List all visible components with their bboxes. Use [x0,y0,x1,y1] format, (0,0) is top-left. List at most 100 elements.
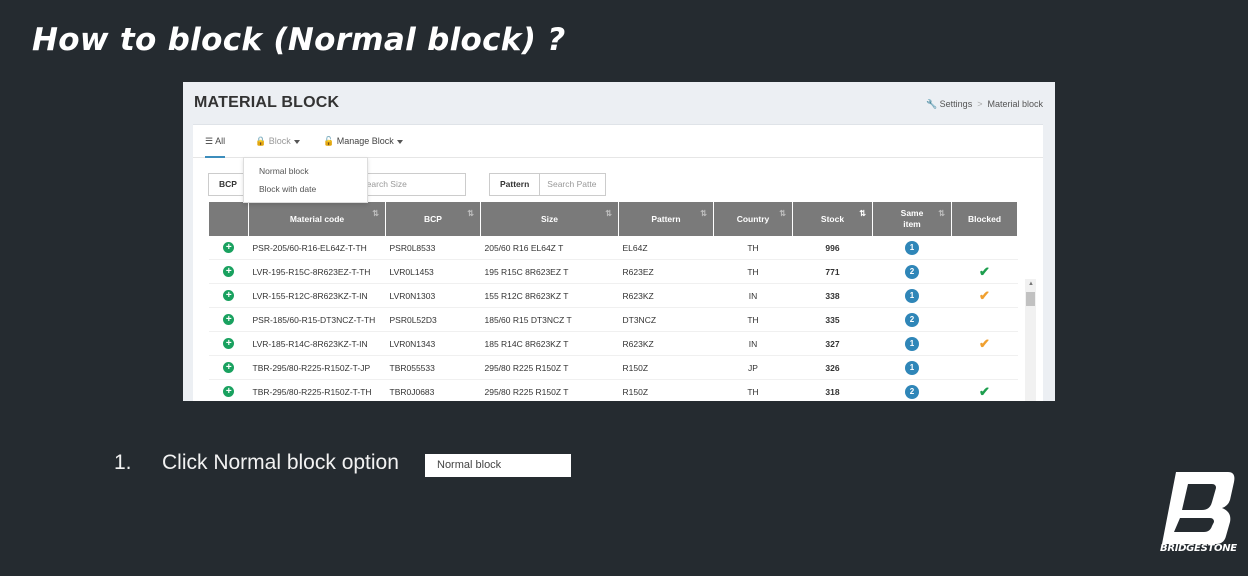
sort-icon: ⇅ [372,209,379,218]
cell-size: 185/60 R15 DT3NCZ T [480,307,619,332]
col-action [209,202,249,236]
cell-same-item[interactable]: 2 [872,307,952,332]
expand-cell[interactable]: + [209,236,249,260]
cell-material-code: TBR-295/80-R225-R150Z-T-JP [248,355,386,380]
expand-cell[interactable]: + [209,379,249,401]
cell-bcp: LVR0N1343 [385,331,481,356]
sort-desc-icon: ⇅ [859,209,866,218]
col-country[interactable]: Country ⇅ [713,202,793,236]
table-scrollbar[interactable]: ▲ [1025,279,1036,401]
app-screenshot: MATERIAL BLOCK 🔧 Settings > Material block… [183,82,1055,401]
scroll-thumb[interactable] [1026,292,1035,306]
tab-bar: ☰ All 🔒 Block 🔓 Manage Block [193,125,1043,158]
sort-icon: ⇅ [467,209,474,218]
cell-same-item[interactable]: 1 [872,331,952,356]
wrench-icon: 🔧 [925,99,938,109]
page-title: MATERIAL BLOCK [194,94,340,111]
table-row[interactable]: + TBR-295/80-R225-R150Z-T-TH TBR0J0683 295/… [209,379,1018,401]
same-item-badge[interactable]: 1 [905,240,919,255]
step-text: Click Normal block option [162,451,399,474]
check-icon: ✔ [979,263,990,279]
expand-cell[interactable]: + [209,331,249,356]
cell-stock: 996 [792,236,873,260]
same-item-badge[interactable]: 1 [905,336,919,351]
cell-blocked: ✔ [951,331,1018,356]
cell-material-code: TBR-295/80-R225-R150Z-T-TH [248,379,386,401]
cell-same-item[interactable]: 2 [872,259,952,284]
chevron-down-icon [396,139,403,144]
logo-wordmark: BRIDGESTONE [1160,543,1237,554]
filter-pattern: Pattern Search Patte [489,173,606,196]
cell-material-code: PSR-185/60-R15-DT3NCZ-T-TH [248,307,386,332]
sort-icon: ⇅ [700,209,707,218]
cell-bcp: PSR0L8533 [385,236,481,260]
cell-blocked [951,236,1018,260]
col-blocked: Blocked [951,202,1018,236]
cell-size: 155 R12C 8R623KZ T [480,283,619,308]
table-row[interactable]: + LVR-185-R14C-8R623KZ-T-IN LVR0N1343 185 R… [209,331,1018,356]
chevron-down-icon [293,139,300,144]
table-row[interactable]: + TBR-295/80-R225-R150Z-T-JP TBR055533 295/… [209,355,1018,380]
cell-stock: 318 [792,379,873,401]
plus-circle-icon[interactable]: + [223,362,235,373]
sort-icon: ⇅ [779,209,786,218]
cell-same-item[interactable]: 1 [872,355,952,380]
breadcrumb-current: Material block [987,99,1043,109]
cell-stock: 338 [792,283,873,308]
expand-cell[interactable]: + [209,283,249,308]
plus-circle-icon[interactable]: + [223,386,235,397]
slide-title: How to block (Normal block) ? [32,22,566,58]
expand-cell[interactable]: + [209,355,249,380]
breadcrumb-separator: > [977,99,983,109]
cell-bcp: LVR0N1303 [385,283,481,308]
tab-block[interactable]: 🔒 Block [255,136,300,147]
expand-cell[interactable]: + [209,259,249,284]
cell-country: TH [713,236,793,260]
breadcrumb: 🔧 Settings > Material block [926,99,1043,110]
expand-cell[interactable]: + [209,307,249,332]
instruction-step: 1. Click Normal block option [114,451,399,475]
tab-manage-block[interactable]: 🔓 Manage Block [323,136,403,147]
col-size[interactable]: Size ⇅ [480,202,619,236]
cell-bcp: LVR0L1453 [385,259,481,284]
breadcrumb-settings[interactable]: Settings [940,99,973,109]
same-item-badge[interactable]: 2 [905,312,919,327]
cell-country: JP [713,355,793,380]
cell-same-item[interactable]: 1 [872,283,952,308]
col-stock[interactable]: Stock ⇅ [792,202,873,236]
tab-all[interactable]: ☰ All [205,136,226,158]
same-item-badge[interactable]: 1 [905,360,919,375]
col-pattern[interactable]: Pattern ⇅ [618,202,714,236]
col-bcp[interactable]: BCP ⇅ [385,202,481,236]
plus-circle-icon[interactable]: + [223,242,235,253]
same-item-badge[interactable]: 2 [905,264,919,279]
cell-country: IN [713,283,793,308]
table-row[interactable]: + LVR-195-R15C-8R623EZ-T-TH LVR0L1453 195 R… [209,259,1018,284]
scroll-up-icon[interactable]: ▲ [1028,281,1034,287]
col-same-item[interactable]: Same item ⇅ [872,202,952,236]
same-item-badge[interactable]: 1 [905,288,919,303]
lock-icon: 🔒 [255,136,267,146]
cell-blocked: ✔ [951,379,1018,401]
cell-same-item[interactable]: 1 [872,236,952,260]
cell-country: TH [713,379,793,401]
plus-circle-icon[interactable]: + [223,338,235,349]
table-row[interactable]: + PSR-205/60-R16-EL64Z-T-TH PSR0L8533 205/6… [209,236,1018,260]
cell-stock: 771 [792,259,873,284]
table-row[interactable]: + PSR-185/60-R15-DT3NCZ-T-TH PSR0L52D3 185/… [209,307,1018,332]
plus-circle-icon[interactable]: + [223,266,235,277]
cell-material-code: LVR-195-R15C-8R623EZ-T-TH [248,259,386,284]
menu-item-normal-block[interactable]: Normal block [244,162,367,180]
block-dropdown-menu: Normal block Block with date [243,157,368,203]
step-number: 1. [114,451,132,474]
col-material-code[interactable]: Material code ⇅ [248,202,386,236]
plus-circle-icon[interactable]: + [223,290,235,301]
filter-pattern-input[interactable]: Search Patte [540,174,603,195]
plus-circle-icon[interactable]: + [223,314,235,325]
cell-same-item[interactable]: 2 [872,379,952,401]
table-row[interactable]: + LVR-155-R12C-8R623KZ-T-IN LVR0N1303 155 R… [209,283,1018,308]
tab-manage-block-label: Manage Block [336,136,394,146]
menu-item-block-with-date[interactable]: Block with date [244,180,367,198]
cell-stock: 327 [792,331,873,356]
same-item-badge[interactable]: 2 [905,384,919,399]
